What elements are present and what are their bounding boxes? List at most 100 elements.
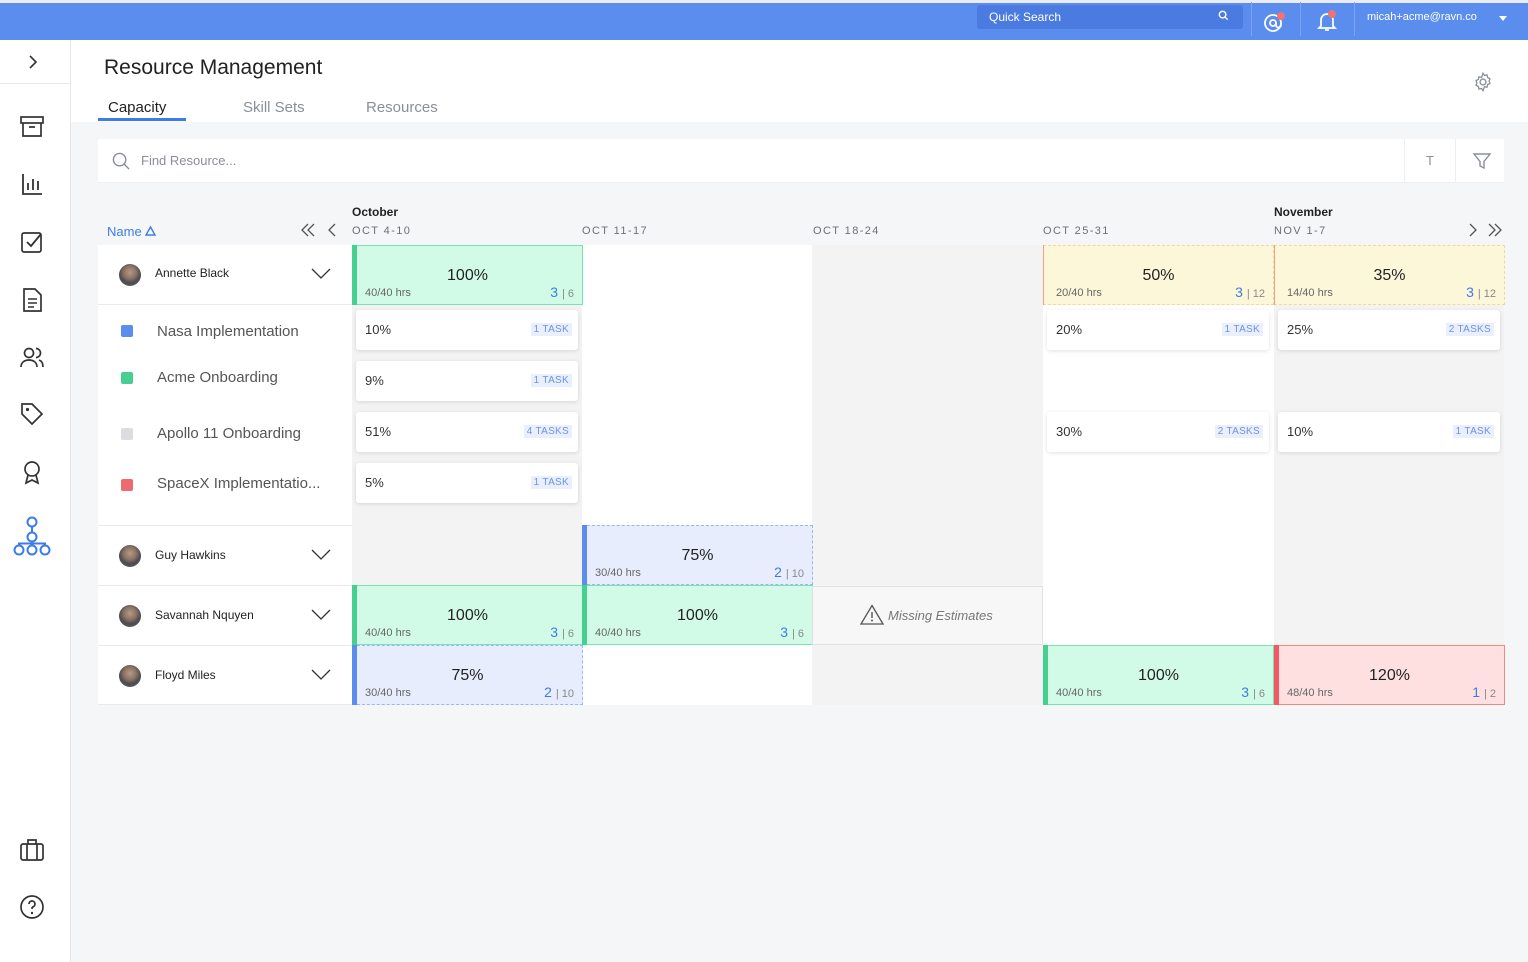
tag-icon[interactable] <box>19 401 45 427</box>
count-b: | 12 <box>1246 288 1265 300</box>
task-percent: 10% <box>365 322 392 337</box>
resource-name[interactable]: Guy Hawkins <box>155 548 226 562</box>
tab-capacity[interactable]: Capacity <box>108 99 166 116</box>
help-icon[interactable] <box>19 894 45 920</box>
week-label: NOV 1-7 <box>1274 225 1327 237</box>
allocation-block[interactable]: 100% 40/40 hrs 3 | 6 <box>582 585 813 645</box>
search-icon <box>1218 10 1229 21</box>
allocation-count: 3 | 6 <box>780 624 804 640</box>
mention-icon[interactable] <box>1262 10 1286 34</box>
top-bar <box>0 0 1528 40</box>
allocation-percent: 100% <box>1138 667 1179 684</box>
task-card[interactable]: 30% 2 TASKS <box>1047 412 1269 452</box>
task-count-badge: 1 TASK <box>1452 425 1494 438</box>
missing-estimates-cell[interactable]: Missing Estimates <box>812 586 1043 645</box>
double-chevron-right-icon[interactable] <box>1488 223 1502 237</box>
allocation-hours: 40/40 hrs <box>365 287 411 299</box>
task-count-badge: 2 TASKS <box>1214 425 1263 438</box>
grid-cell <box>1043 305 1274 645</box>
sort-triangle-icon <box>145 225 157 236</box>
allocation-hours: 40/40 hrs <box>595 627 641 639</box>
user-email[interactable]: micah+acme@ravn.co <box>1367 11 1477 23</box>
divider <box>1251 2 1252 36</box>
allocation-percent: 100% <box>447 607 488 624</box>
task-count-badge: 4 TASKS <box>523 425 572 438</box>
org-chart-icon[interactable] <box>13 516 51 556</box>
checkbox-icon[interactable] <box>19 229 45 255</box>
settings-gear-icon[interactable] <box>1472 71 1494 93</box>
count-b: | 6 <box>561 288 574 300</box>
row-divider <box>98 585 352 586</box>
resource-name[interactable]: Savannah Nquyen <box>155 608 254 622</box>
allocation-block[interactable]: 100% 40/40 hrs 3 | 6 <box>352 585 583 645</box>
project-name[interactable]: Nasa Implementation <box>157 323 299 340</box>
count-a: 3 <box>1235 284 1243 300</box>
task-card[interactable]: 51% 4 TASKS <box>356 412 578 452</box>
week-label: OCT 25-31 <box>1043 225 1110 237</box>
chevron-down-icon[interactable] <box>311 669 331 681</box>
project-name[interactable]: SpaceX Implementatio... <box>157 475 320 492</box>
project-name[interactable]: Apollo 11 Onboarding <box>157 425 301 442</box>
chevron-down-icon[interactable] <box>311 549 331 561</box>
avatar <box>119 605 141 627</box>
count-a: 2 <box>774 564 782 580</box>
allocation-block[interactable]: 35% 14/40 hrs 3 | 12 <box>1274 245 1505 305</box>
week-label: OCT 18-24 <box>813 225 880 237</box>
tab-resources[interactable]: Resources <box>366 99 438 116</box>
allocation-count: 3 | 6 <box>1241 684 1265 700</box>
allocation-block[interactable]: 75% 30/40 hrs 2 | 10 <box>582 525 813 585</box>
missing-estimates-label: Missing Estimates <box>888 608 993 623</box>
allocation-count: 3 | 12 <box>1235 284 1265 300</box>
project-color-swatch <box>121 428 133 440</box>
archive-icon[interactable] <box>19 114 45 140</box>
task-count-badge: 1 TASK <box>530 476 572 489</box>
count-a: 3 <box>550 284 559 300</box>
project-color-swatch <box>121 372 133 384</box>
allocation-count: 3 | 6 <box>550 624 574 640</box>
chevron-down-icon[interactable] <box>311 268 331 280</box>
sidebar-toggle[interactable] <box>0 40 70 84</box>
resource-name[interactable]: Annette Black <box>155 266 229 280</box>
allocation-hours: 48/40 hrs <box>1287 687 1333 699</box>
week-label: OCT 4-10 <box>352 225 412 237</box>
filter-icon[interactable] <box>1472 151 1492 171</box>
document-icon[interactable] <box>19 287 45 313</box>
task-card[interactable]: 10% 1 TASK <box>1278 412 1500 452</box>
task-card[interactable]: 5% 1 TASK <box>356 463 578 503</box>
briefcase-icon[interactable] <box>19 837 45 863</box>
task-percent: 51% <box>365 424 392 439</box>
task-card[interactable]: 10% 1 TASK <box>356 310 578 350</box>
chevron-down-icon[interactable] <box>311 609 331 621</box>
double-chevron-left-icon[interactable] <box>301 223 315 237</box>
quick-search-input[interactable]: Quick Search <box>977 5 1243 29</box>
count-a: 3 <box>1241 684 1250 700</box>
task-card[interactable]: 9% 1 TASK <box>356 361 578 401</box>
count-b: | 6 <box>561 628 574 640</box>
t-button[interactable]: T <box>1426 153 1434 168</box>
task-card[interactable]: 20% 1 TASK <box>1047 310 1269 350</box>
allocation-block[interactable]: 100% 40/40 hrs 3 | 6 <box>352 245 583 305</box>
allocation-percent: 75% <box>681 547 714 564</box>
allocation-block[interactable]: 100% 40/40 hrs 3 | 6 <box>1043 645 1274 705</box>
quick-search-placeholder: Quick Search <box>989 10 1062 24</box>
allocation-block[interactable]: 75% 30/40 hrs 2 | 10 <box>352 645 583 705</box>
award-icon[interactable] <box>19 459 45 485</box>
name-sort-header[interactable]: Name <box>107 224 157 239</box>
bar-chart-icon[interactable] <box>19 171 45 197</box>
allocation-hours: 30/40 hrs <box>595 567 641 579</box>
name-header-label: Name <box>107 224 142 239</box>
users-icon[interactable] <box>19 344 45 370</box>
project-name[interactable]: Acme Onboarding <box>157 369 278 386</box>
chevron-right-icon[interactable] <box>1466 223 1480 237</box>
resource-name[interactable]: Floyd Miles <box>155 668 216 682</box>
chevron-right-icon <box>29 55 38 69</box>
task-card[interactable]: 25% 2 TASKS <box>1278 310 1500 350</box>
chevron-left-icon[interactable] <box>326 223 340 237</box>
task-percent: 9% <box>365 373 384 388</box>
allocation-block[interactable]: 120% 48/40 hrs 1 | 2 <box>1274 645 1505 705</box>
chevron-down-icon[interactable] <box>1499 16 1507 21</box>
notification-bell-icon[interactable] <box>1315 9 1339 33</box>
allocation-block[interactable]: 50% 20/40 hrs 3 | 12 <box>1043 245 1274 305</box>
find-resource-input[interactable]: Find Resource... <box>141 153 236 168</box>
tab-skill-sets[interactable]: Skill Sets <box>243 99 305 116</box>
